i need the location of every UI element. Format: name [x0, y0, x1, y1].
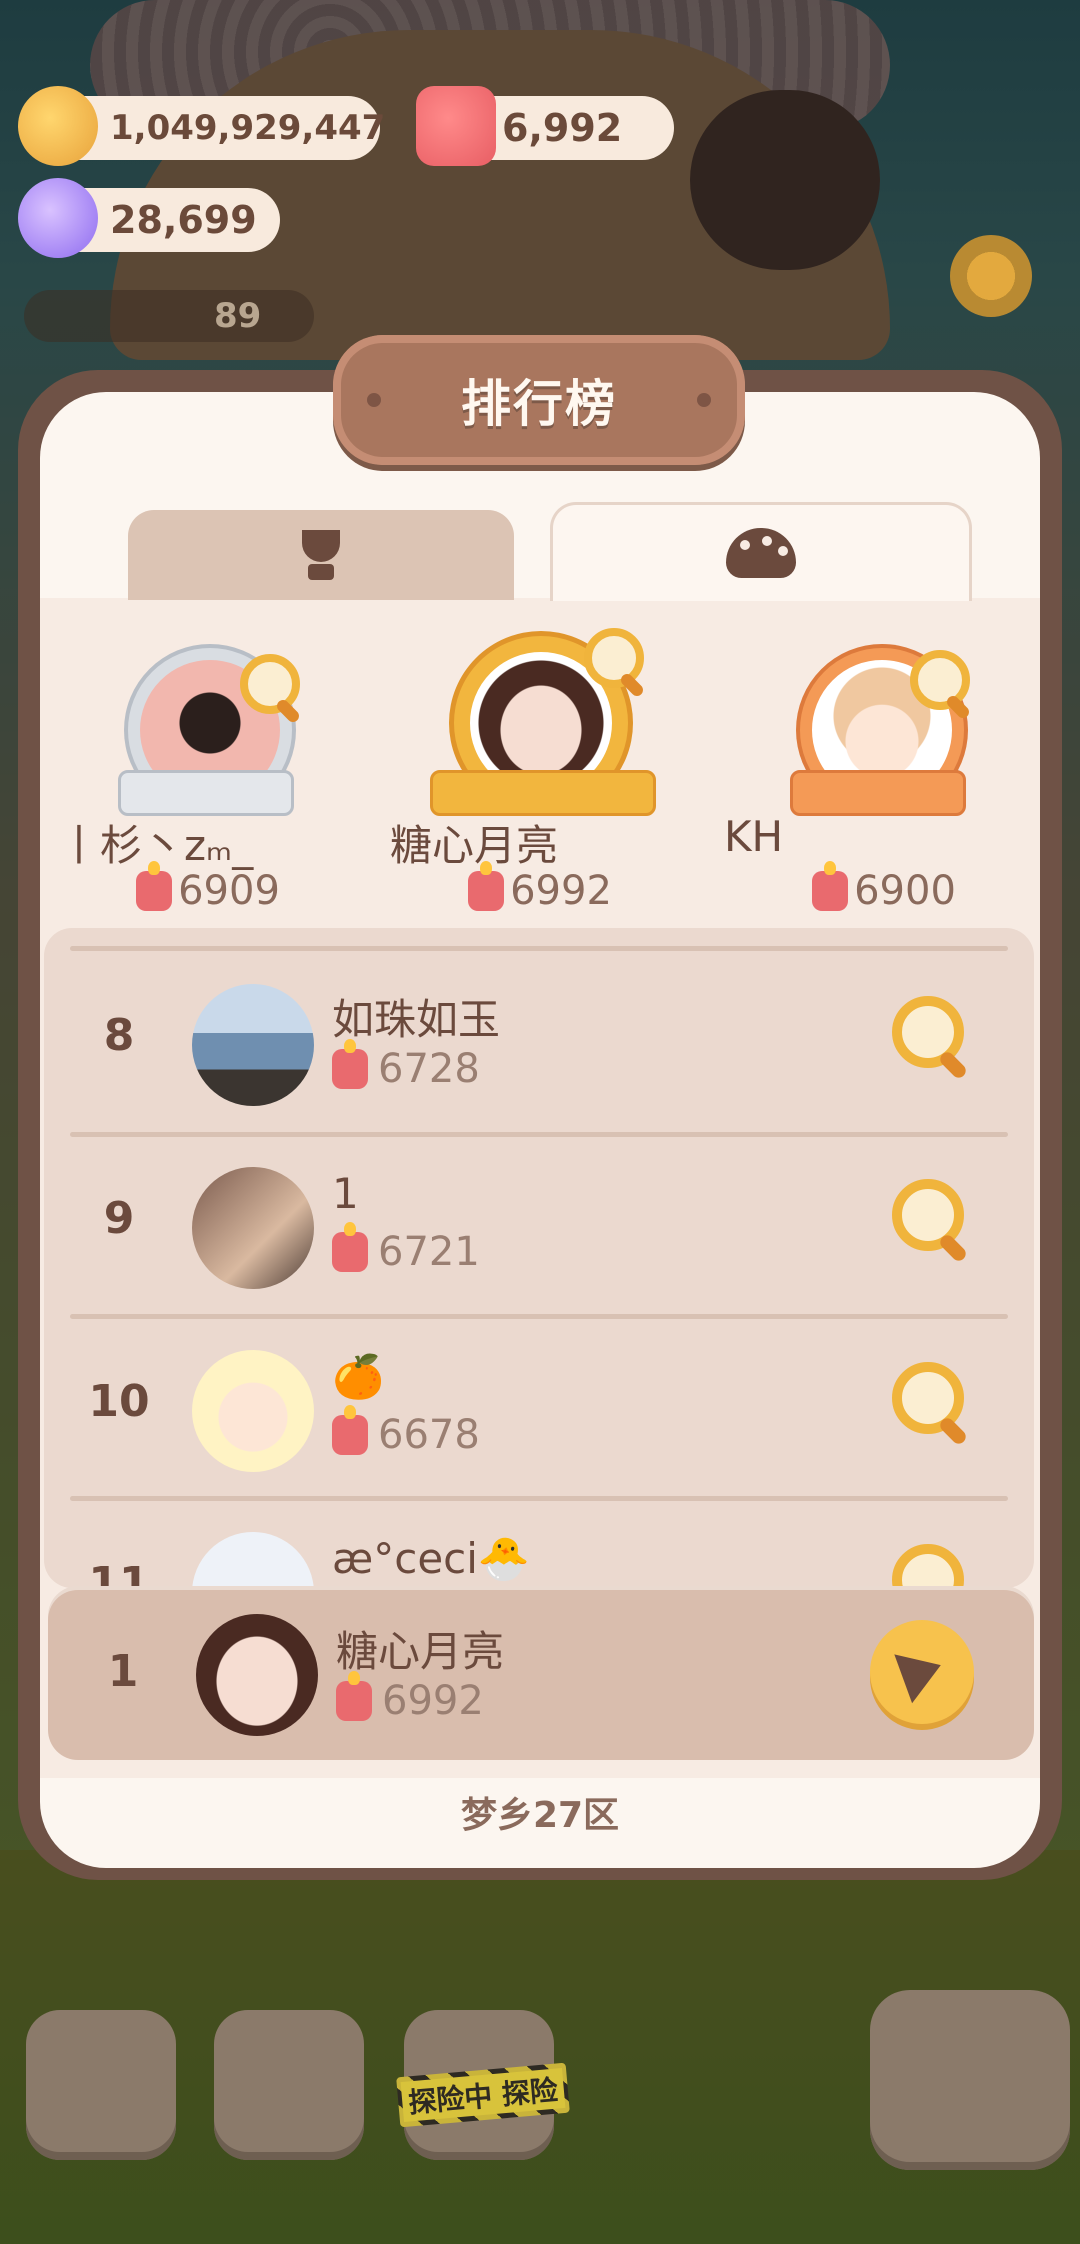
player-score-value: 6721 [378, 1229, 480, 1275]
candle-icon [332, 1222, 368, 1272]
avatar[interactable] [192, 1350, 314, 1472]
player-score: 6728 [332, 1039, 480, 1092]
magnifier-icon[interactable] [892, 996, 964, 1068]
rank-number: 11 [88, 1558, 150, 1588]
page-title: 排行榜 [461, 375, 617, 433]
player-score: 6678 [332, 1405, 480, 1458]
magnifier-icon[interactable] [584, 628, 644, 688]
calendar-button[interactable] [214, 2010, 364, 2160]
gem-counter[interactable]: 28,699 [18, 178, 280, 258]
my-rank-row[interactable]: 1 糖心月亮 6992 [48, 1590, 1034, 1760]
trophy-icon [294, 530, 348, 580]
list-item[interactable]: 9 1 6721 [44, 1133, 1034, 1313]
candle-amount: 6,992 [502, 106, 623, 150]
announcement-bar[interactable]: 89 [24, 290, 314, 342]
player-name: 🍊 [332, 1352, 385, 1401]
player-name: æ°ceci🐣 [332, 1534, 531, 1583]
my-score-value: 6992 [382, 1678, 484, 1724]
magnifier-icon[interactable] [892, 1362, 964, 1434]
candle-icon [136, 861, 173, 911]
rank-number: 8 [103, 1010, 135, 1061]
notice-count: 89 [214, 296, 262, 336]
podium-score-value-2: 6909 [178, 868, 280, 914]
title-plate: 排行榜 [333, 335, 745, 465]
tab-trophy[interactable] [128, 510, 514, 600]
paper-plane-icon [894, 1640, 950, 1704]
candle-icon [332, 1405, 368, 1455]
server-label: 梦乡27区 [460, 1795, 620, 1836]
player-score: 6721 [332, 1222, 480, 1275]
candy-gem-icon [18, 178, 98, 258]
my-name: 糖心月亮 [336, 1627, 505, 1676]
gold-ribbon [430, 770, 656, 816]
plate-rivet-icon [367, 393, 381, 407]
podium-score-2: 6909 [58, 861, 358, 914]
plate-rivet-icon [697, 393, 711, 407]
podium-score-value-3: 6900 [854, 868, 956, 914]
podium-name-3: KH [724, 812, 784, 861]
tab-bun[interactable] [550, 502, 972, 601]
bronze-ribbon [790, 770, 966, 816]
coin-amount: 1,049,929,447 [110, 108, 386, 148]
avatar[interactable] [192, 1532, 314, 1588]
player-score-value: 6678 [378, 1412, 480, 1458]
list-item[interactable]: 11 æ°ceci🐣 [44, 1498, 1034, 1588]
candle-icon [812, 861, 849, 911]
list-item[interactable]: 8 如珠如玉 6728 [44, 950, 1034, 1130]
house-button[interactable] [26, 2010, 176, 2160]
avatar[interactable] [192, 984, 314, 1106]
podium-name-2: 丨杉丶zₘ_ [58, 821, 254, 870]
podium-score-value-1: 6992 [510, 868, 612, 914]
candle-icon [416, 86, 496, 166]
rank-number: 10 [88, 1376, 150, 1427]
podium-score-3: 6900 [734, 861, 1034, 914]
share-button[interactable] [870, 1620, 974, 1724]
candle-icon [468, 861, 505, 911]
magnifier-icon[interactable] [910, 650, 970, 710]
adventure-tape-label: 探险中 探险 [400, 2068, 566, 2122]
silver-ribbon [118, 770, 294, 816]
candle-icon [336, 1671, 372, 1721]
magnifier-icon[interactable] [892, 1544, 964, 1588]
player-name: 1 [332, 1169, 359, 1218]
podium-score-1: 6992 [390, 861, 690, 914]
podium-name-1: 糖心月亮 [390, 821, 559, 870]
player-score-value: 6728 [378, 1046, 480, 1092]
list-item[interactable]: 10 🍊 6678 [44, 1316, 1034, 1496]
player-name: 如珠如玉 [332, 995, 501, 1044]
candle-icon [332, 1039, 368, 1089]
gem-amount: 28,699 [110, 198, 257, 242]
my-score: 6992 [336, 1671, 484, 1724]
rank-number: 9 [103, 1193, 135, 1244]
bun-icon [726, 528, 796, 578]
avatar[interactable] [192, 1167, 314, 1289]
my-avatar[interactable] [196, 1614, 318, 1736]
candle-counter[interactable]: 6,992 [416, 86, 674, 166]
coin-counter[interactable]: 1,049,929,447 [18, 86, 385, 166]
magnifier-icon[interactable] [240, 654, 300, 714]
carousel-button[interactable] [870, 1990, 1070, 2170]
cookie-coin-icon [18, 86, 98, 166]
magnifier-icon[interactable] [892, 1179, 964, 1251]
my-rank-number: 1 [107, 1646, 139, 1697]
settings-gear-icon[interactable] [950, 235, 1032, 317]
ranking-list[interactable]: 8 如珠如玉 6728 9 1 6721 10 🍊 6678 11 æ°ceci… [44, 928, 1034, 1588]
